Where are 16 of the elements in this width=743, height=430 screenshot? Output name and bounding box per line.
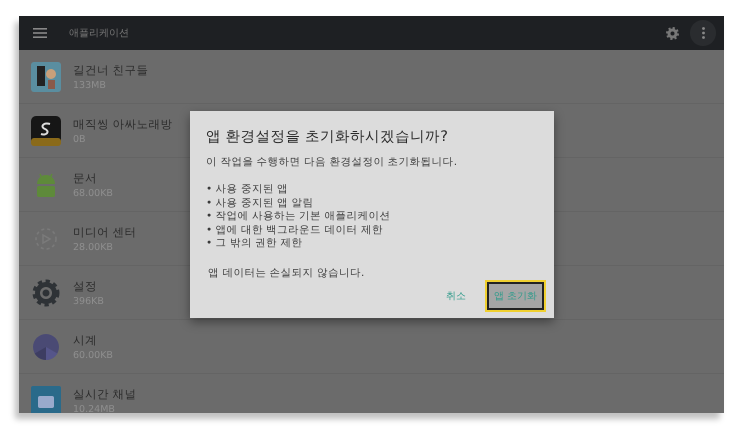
app-name: 문서 (73, 170, 98, 186)
bullet-item: • 앱에 대한 백그라운드 데이터 제한 (206, 224, 384, 237)
app-name: 미디어 센터 (73, 224, 137, 240)
app-name: 실시간 채널 (73, 386, 137, 402)
app-name: 시계 (73, 332, 98, 348)
dialog-note: 앱 데이터는 손실되지 않습니다. (208, 266, 366, 280)
bullet-item: • 그 밖의 권한 제한 (206, 237, 304, 250)
app-name: 매직씽 아싸노래방 (73, 116, 173, 132)
bullet-item: • 사용 중지된 앱 알림 (206, 196, 315, 210)
dialog-title: 앱 환경설정을 초기화하시겠습니까? (206, 128, 449, 146)
dialog-message: 이 작업을 수행하면 다음 환경설정이 초기화됩니다. (206, 155, 458, 169)
bullet-item: • 작업에 사용하는 기본 애플리케이션 (206, 210, 392, 224)
app-name: 길건너 친구들 (73, 62, 149, 78)
app-name: 설정 (73, 278, 98, 294)
screen-title: 애플리케이션 (69, 27, 130, 40)
bullet-item: • 사용 중지된 앱 (206, 183, 290, 196)
